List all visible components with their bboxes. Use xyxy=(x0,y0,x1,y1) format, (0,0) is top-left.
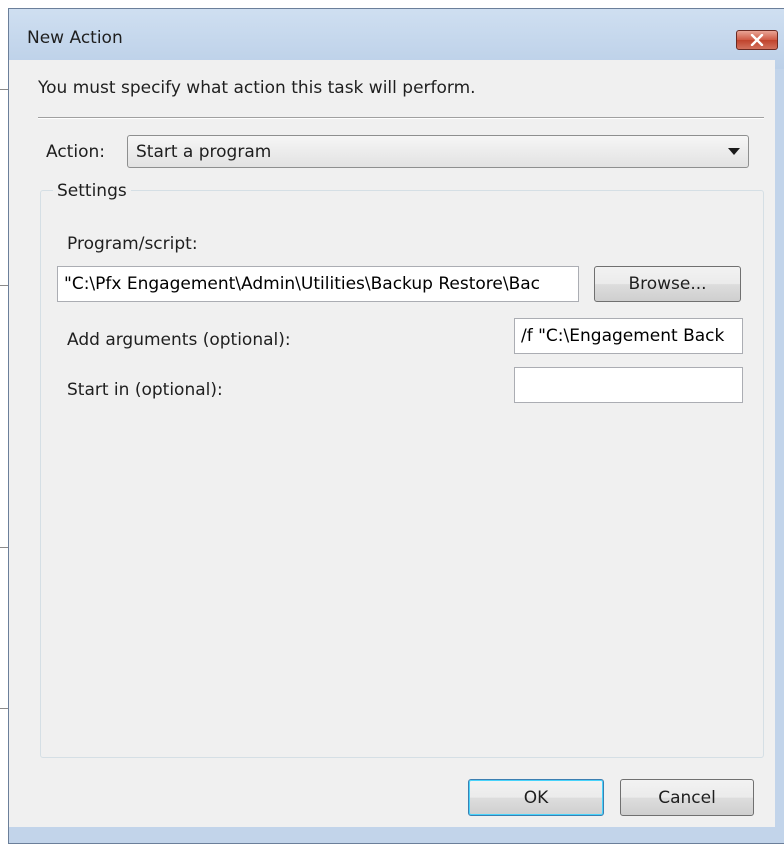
background-tick xyxy=(0,547,8,548)
close-button[interactable] xyxy=(736,30,778,50)
action-dropdown-value: Start a program xyxy=(136,142,272,162)
background-tick xyxy=(0,708,8,709)
action-label: Action: xyxy=(46,142,105,162)
start-in-label: Start in (optional): xyxy=(67,380,223,400)
separator-line xyxy=(38,117,764,119)
start-in-input[interactable] xyxy=(514,367,743,403)
window-title: New Action xyxy=(27,28,123,48)
close-icon xyxy=(750,34,764,46)
ok-button[interactable]: OK xyxy=(468,779,604,816)
cancel-button[interactable]: Cancel xyxy=(620,779,754,816)
instruction-text: You must specify what action this task w… xyxy=(38,78,476,98)
action-dropdown[interactable]: Start a program xyxy=(127,135,749,168)
arguments-label: Add arguments (optional): xyxy=(67,330,291,350)
background-window-edge xyxy=(0,0,8,852)
arguments-input[interactable]: /f "C:\Engagement Back xyxy=(514,318,743,354)
background-tick xyxy=(0,285,8,286)
program-script-label: Program/script: xyxy=(67,234,198,254)
background-tick xyxy=(0,89,8,90)
settings-group-label: Settings xyxy=(53,181,131,201)
chevron-down-icon xyxy=(728,148,740,155)
program-script-input[interactable]: "C:\Pfx Engagement\Admin\Utilities\Backu… xyxy=(57,266,579,302)
browse-button[interactable]: Browse... xyxy=(594,266,741,302)
